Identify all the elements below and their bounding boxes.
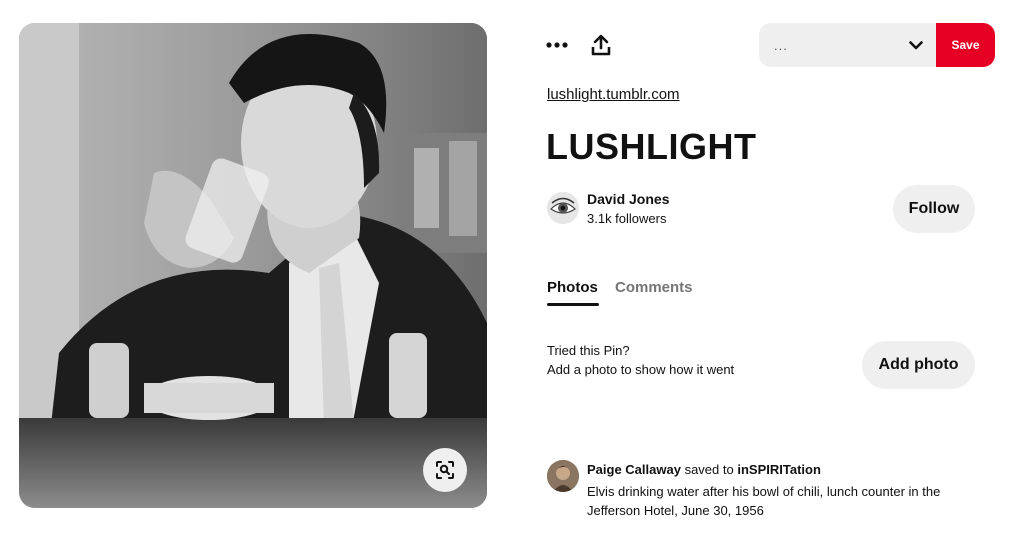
board-select-value: ...	[774, 37, 788, 53]
board-select-dropdown[interactable]: ...	[759, 23, 937, 67]
creator-followers: 3.1k followers	[587, 211, 667, 226]
board-name[interactable]: inSPIRITation	[737, 462, 821, 477]
activity-verb: saved to	[684, 462, 734, 477]
creator-avatar[interactable]	[547, 192, 579, 224]
pin-description: Elvis drinking water after his bowl of c…	[587, 484, 941, 518]
more-options-button[interactable]	[537, 25, 577, 65]
activity-line: Paige Callaway saved to inSPIRITation	[587, 462, 821, 477]
saver-name[interactable]: Paige Callaway	[587, 462, 681, 477]
visual-search-icon	[436, 461, 454, 479]
visual-search-button[interactable]	[423, 448, 467, 492]
save-button[interactable]: Save	[936, 23, 995, 67]
tried-pin-subtitle: Add a photo to show how it went	[547, 362, 735, 377]
saver-avatar[interactable]	[547, 460, 579, 492]
pin-card: ... Save lushlight.tumblr.com LUSHLIGHT …	[0, 0, 1015, 540]
add-photo-button[interactable]: Add photo	[862, 341, 975, 389]
active-tab-indicator	[547, 303, 599, 306]
chevron-down-icon	[909, 40, 923, 49]
share-button[interactable]	[581, 25, 621, 65]
source-link[interactable]: lushlight.tumblr.com	[547, 86, 680, 103]
more-horizontal-icon	[546, 42, 568, 48]
follow-button[interactable]: Follow	[893, 185, 975, 233]
share-upload-icon	[591, 34, 611, 56]
tab-comments[interactable]: Comments	[615, 279, 693, 296]
pin-image[interactable]	[19, 23, 487, 508]
tried-pin-title: Tried this Pin?	[547, 343, 630, 358]
creator-name[interactable]: David Jones	[587, 191, 669, 207]
pin-title: LUSHLIGHT	[546, 126, 757, 167]
tab-photos[interactable]: Photos	[547, 279, 598, 296]
